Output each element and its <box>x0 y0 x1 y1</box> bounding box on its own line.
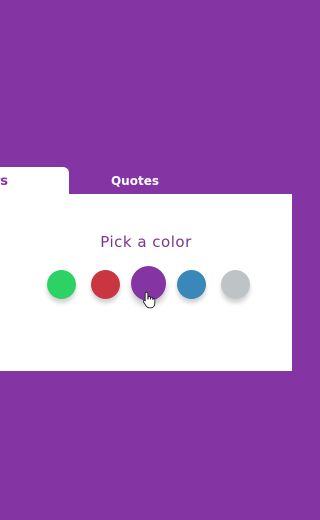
hand-pointer-icon <box>142 291 156 309</box>
tab-bar: Colors Quotes <box>0 167 292 197</box>
color-swatch-green[interactable] <box>47 270 76 299</box>
tab-quotes-label: Quotes <box>110 174 159 188</box>
tab-quotes[interactable]: Quotes <box>100 167 170 195</box>
color-swatch-red[interactable] <box>91 270 120 299</box>
color-panel: Pick a color <box>0 194 292 371</box>
color-swatch-blue[interactable] <box>177 270 206 299</box>
panel-title: Pick a color <box>100 233 192 251</box>
tab-colors[interactable]: Colors <box>0 167 69 197</box>
tab-colors-label: Colors <box>0 174 8 189</box>
color-swatch-gray[interactable] <box>221 270 250 299</box>
